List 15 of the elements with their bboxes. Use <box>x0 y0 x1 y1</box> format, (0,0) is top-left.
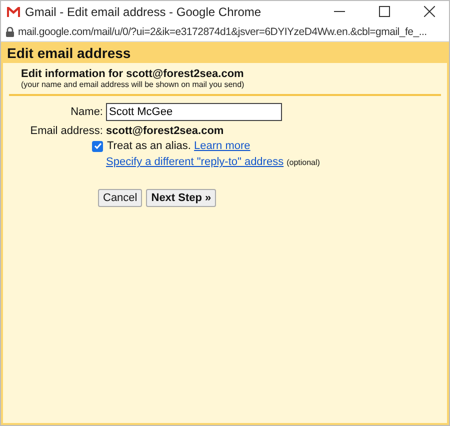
optional-note: (optional) <box>286 158 320 167</box>
field-label: Email address: <box>29 125 103 137</box>
reply-to-link[interactable]: Specify a different "reply-to" address <box>106 156 284 168</box>
next-step-button[interactable]: Next Step » <box>146 189 216 207</box>
name-field[interactable]: Scott McGee <box>106 103 282 121</box>
learn-more-link[interactable]: Learn more <box>194 140 250 152</box>
cancel-button[interactable]: Cancel <box>98 189 142 207</box>
dialog-title: Edit email address <box>3 42 447 63</box>
field-label: Name: <box>70 106 103 118</box>
address-bar-url[interactable]: mail.google.com/mail/u/0/?ui=2&ik=e3172874d1&jsver=6DYIYzeD4Ww.en.&cbl=gmail_fe_... <box>18 26 427 38</box>
field-value: scott@forest2sea.com <box>106 125 224 137</box>
window-title: Gmail - Edit email address - Google Chrome <box>25 4 262 18</box>
alias-label: Treat as an alias. Learn more <box>107 140 250 152</box>
section-subheading: (your name and email address will be shown on mail you send) <box>21 80 246 89</box>
section-heading: Edit information for scott@forest2sea.com <box>21 68 245 80</box>
